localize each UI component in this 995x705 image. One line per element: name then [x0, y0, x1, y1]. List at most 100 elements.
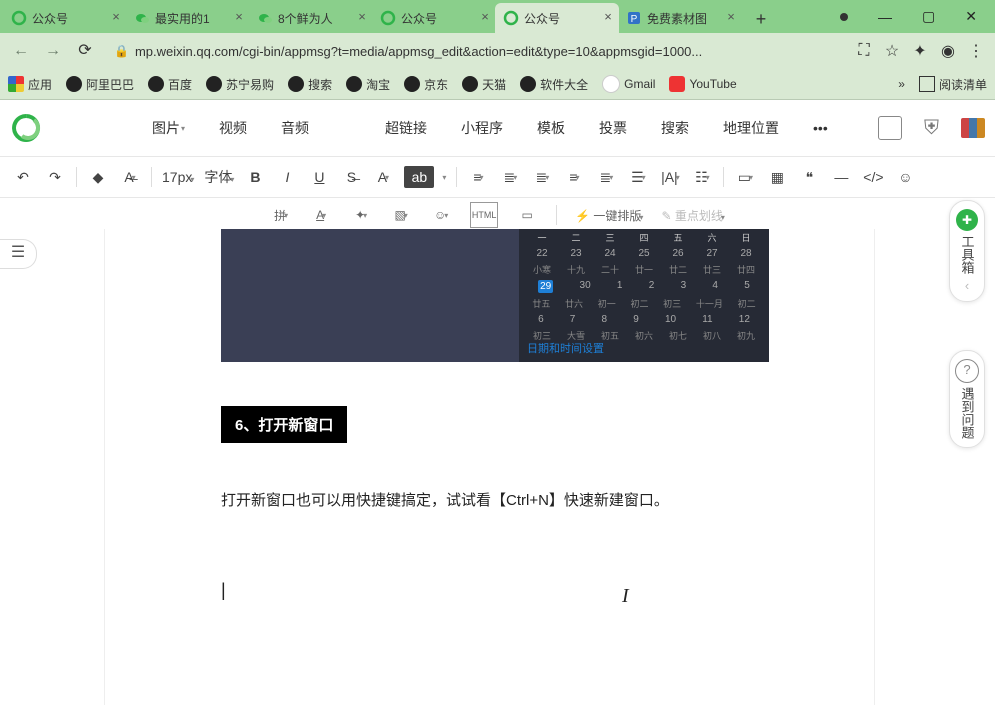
align-left-icon[interactable]: ≡▾ [467, 166, 489, 188]
sticker-icon[interactable]: ☺▾ [430, 204, 452, 226]
bookmark-item[interactable]: 苏宁易购 [206, 75, 274, 93]
divider-icon[interactable]: — [830, 166, 852, 188]
menu-more[interactable]: ••• [807, 116, 834, 140]
align-justify-icon[interactable]: ≣▾ [531, 166, 553, 188]
quote-icon[interactable]: ❝ [798, 166, 820, 188]
new-tab-button[interactable]: + [748, 7, 774, 33]
bookmark-item[interactable]: 软件大全 [520, 75, 588, 93]
translate-icon[interactable]: ⛶ [853, 42, 875, 60]
minimize-button[interactable]: — [878, 9, 892, 25]
keypoint-button[interactable]: ✎ 重点划线▾ [661, 207, 724, 224]
tab-close-icon[interactable]: × [601, 11, 615, 25]
browser-tabstrip: 公众号×最实用的1×8个鲜为人×公众号×公众号×P免费素材图× + — ▢ ✕ [0, 0, 995, 33]
ordered-list-icon[interactable]: ☰▾ [627, 166, 649, 188]
paragraph-text[interactable]: 打开新窗口也可以用快捷键搞定，试试看【Ctrl+N】快速新建窗口。 [221, 489, 769, 510]
weixin-logo[interactable] [10, 112, 42, 144]
bookmark-item[interactable]: 阿里巴巴 [66, 75, 134, 93]
help-float[interactable]: ? 遇到问题 [949, 350, 985, 448]
bookmark-item[interactable]: 京东 [404, 75, 448, 93]
profile-icon[interactable]: ◉ [937, 41, 959, 61]
browser-tab[interactable]: 最实用的1 × [126, 3, 250, 33]
browser-tab[interactable]: 公众号× [3, 3, 127, 33]
bookmarks-bar: 应用 阿里巴巴百度苏宁易购搜索淘宝京东天猫软件大全GmailYouTube » … [0, 69, 995, 100]
menu-template[interactable]: 模板 [531, 114, 571, 142]
maximize-button[interactable]: ▢ [922, 8, 935, 25]
tab-close-icon[interactable]: × [478, 11, 492, 25]
tab-close-icon[interactable]: × [109, 11, 123, 25]
font-family[interactable]: 字体▾ [204, 167, 234, 187]
menu-location[interactable]: 地理位置 [717, 114, 785, 142]
tab-close-icon[interactable]: × [232, 11, 246, 25]
card-icon[interactable]: ▭ [516, 204, 538, 226]
code-icon[interactable]: </> [862, 166, 884, 188]
menu-picture[interactable]: 图片▾ [146, 114, 191, 142]
clear-format-icon[interactable]: A̶▾ [119, 166, 141, 188]
material-library-icon[interactable] [961, 118, 985, 138]
menu-video[interactable]: 视频 [213, 114, 253, 142]
back-button[interactable]: ← [8, 38, 34, 64]
float-icon[interactable]: ≡▾ [563, 166, 585, 188]
shield-icon[interactable]: ⛨ [924, 117, 939, 140]
paint-format-icon[interactable]: ◆ [87, 166, 109, 188]
menu-search[interactable]: 搜索 [655, 114, 695, 142]
section-heading[interactable]: 6、打开新窗口 [221, 406, 347, 443]
browser-tab[interactable]: 公众号× [495, 3, 619, 33]
bullet-list-icon[interactable]: ☷▾ [691, 166, 713, 188]
reading-list[interactable]: 阅读清单 [919, 76, 987, 93]
menu-dots-icon[interactable]: ⋮ [965, 41, 987, 61]
preview-phone-icon[interactable] [878, 116, 902, 140]
apps-button[interactable]: 应用 [8, 76, 52, 93]
font-color-icon[interactable]: A▾ [372, 166, 394, 188]
italic-icon[interactable]: I [276, 166, 298, 188]
bookmark-item[interactable]: 搜索 [288, 75, 332, 93]
help-icon: ? [955, 359, 979, 383]
image-tool-icon[interactable]: ▧▾ [390, 204, 412, 226]
embedded-image[interactable]: 一二三四五六日 22232425262728 小寒十九二十廿一廿二廿三廿四 29… [221, 229, 769, 362]
browser-tab[interactable]: 公众号× [372, 3, 496, 33]
bookmark-item[interactable]: 天猫 [462, 75, 506, 93]
effects-icon[interactable]: ✦▾ [350, 204, 372, 226]
extensions-icon[interactable]: ✦ [909, 41, 931, 61]
emoji-icon[interactable]: ☺ [894, 166, 916, 188]
tab-title: 最实用的1 [155, 10, 227, 27]
auto-layout-button[interactable]: ⚡ 一键排版▾ [575, 207, 643, 224]
indent-icon[interactable]: ≣▾ [499, 166, 521, 188]
pinyin-icon[interactable]: 拼▾ [270, 204, 292, 226]
outline-toggle[interactable]: ☰ [0, 239, 37, 269]
highlight-icon[interactable]: ab [404, 166, 434, 188]
toolbox-float[interactable]: ✚ 工具箱 ‹ [949, 200, 985, 302]
paragraph-spacing-icon[interactable]: ▭▾ [734, 166, 756, 188]
menu-audio[interactable]: 音频 [275, 114, 315, 142]
underline-icon[interactable]: U [308, 166, 330, 188]
line-height-icon[interactable]: ≣▾ [595, 166, 617, 188]
bookmark-item[interactable]: 百度 [148, 75, 192, 93]
bookmarks-overflow[interactable]: » [898, 77, 905, 91]
close-window-button[interactable]: ✕ [965, 8, 977, 25]
text-decoration-icon[interactable]: A▾ [310, 204, 332, 226]
bookmark-item[interactable]: YouTube [669, 75, 736, 93]
redo-icon[interactable]: ↷ [44, 166, 66, 188]
reload-button[interactable]: ⟳ [72, 38, 98, 64]
table-icon[interactable]: ▦ [766, 166, 788, 188]
letter-spacing-icon[interactable]: |A|▾ [659, 166, 681, 188]
browser-tab[interactable]: P免费素材图× [618, 3, 742, 33]
strike-icon[interactable]: S̶ [340, 166, 362, 188]
bookmark-item[interactable]: 淘宝 [346, 75, 390, 93]
bookmark-item[interactable]: Gmail [602, 75, 655, 93]
toolbox-collapse[interactable]: ‹ [950, 278, 984, 293]
date-settings-link[interactable]: 日期和时间设置 [527, 340, 604, 356]
tab-close-icon[interactable]: × [724, 11, 738, 25]
star-icon[interactable]: ☆ [881, 41, 903, 61]
html-icon[interactable]: HTML [470, 202, 498, 228]
article-body[interactable]: 一二三四五六日 22232425262728 小寒十九二十廿一廿二廿三廿四 29… [104, 229, 875, 705]
menu-vote[interactable]: 投票 [593, 114, 633, 142]
url-box[interactable]: 🔒 mp.weixin.qq.com/cgi-bin/appmsg?t=medi… [104, 37, 847, 65]
undo-icon[interactable]: ↶ [12, 166, 34, 188]
browser-tab[interactable]: 8个鲜为人× [249, 3, 373, 33]
font-size[interactable]: 17px▾ [162, 169, 194, 185]
bold-icon[interactable]: B [244, 166, 266, 188]
forward-button[interactable]: → [40, 38, 66, 64]
tab-close-icon[interactable]: × [355, 11, 369, 25]
menu-miniprogram[interactable]: 小程序 [455, 114, 509, 142]
menu-hyperlink[interactable]: 超链接 [379, 114, 433, 142]
